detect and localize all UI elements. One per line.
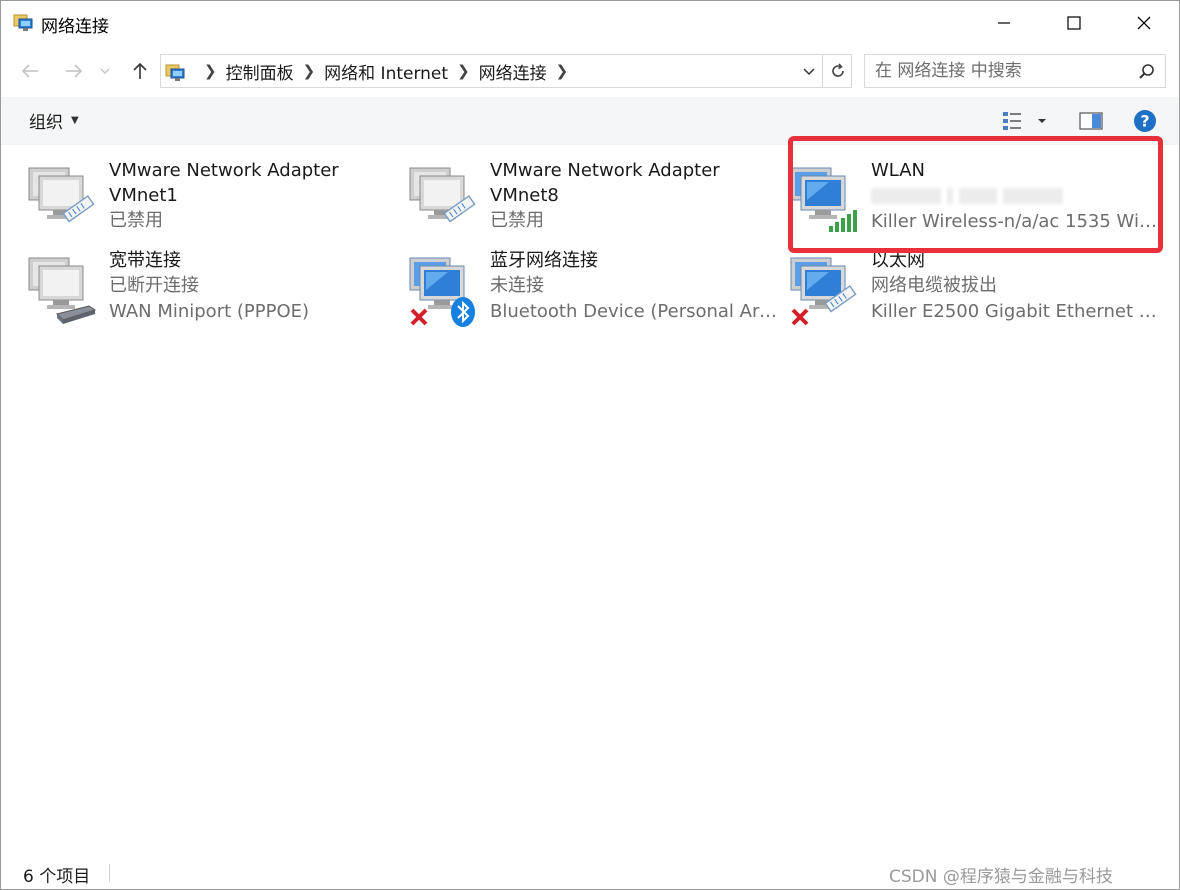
connection-item-vmnet8[interactable]: VMware Network Adapter VMnet8 已禁用: [408, 158, 778, 244]
minimize-button[interactable]: [969, 1, 1039, 45]
minimize-icon: [998, 22, 1010, 24]
caret-down-icon: [1038, 119, 1046, 123]
view-details-icon: [1003, 112, 1021, 130]
item-count: 6 个项目: [23, 867, 91, 887]
broadband-modem-icon: [28, 257, 97, 324]
arrow-left-icon: [21, 64, 38, 78]
status-divider: [109, 864, 110, 882]
connection-item-ethernet[interactable]: 以太网 网络电缆被拔出 Killer E2500 Gigabit Etherne…: [789, 248, 1161, 334]
navigation-bar: ❯ 控制面板 ❯ 网络和 Internet ❯ 网络连接 ❯: [1, 45, 1179, 97]
breadcrumb-control-panel[interactable]: 控制面板: [226, 59, 294, 84]
connection-name-line2: VMnet1: [109, 185, 178, 206]
breadcrumb-separator-icon[interactable]: ❯: [204, 62, 217, 80]
breadcrumb-network-internet[interactable]: 网络和 Internet: [324, 59, 448, 84]
connection-item-broadband[interactable]: 宽带连接 已断开连接 WAN Miniport (PPPOE): [27, 248, 397, 334]
breadcrumb-separator-icon[interactable]: ❯: [556, 62, 569, 80]
ethernet-adapter-icon: [28, 167, 95, 223]
search-input[interactable]: [865, 55, 1131, 87]
network-folder-icon: [13, 14, 33, 31]
wlan-highlight-box: [788, 136, 1163, 253]
maximize-icon: [1067, 16, 1081, 30]
connection-name: 宽带连接: [109, 250, 181, 271]
connection-device: Bluetooth Device (Personal Are...: [490, 301, 780, 322]
connection-status: 已断开连接: [109, 275, 199, 296]
breadcrumb: ❯ 控制面板 ❯ 网络和 Internet ❯ 网络连接 ❯: [195, 55, 577, 87]
refresh-button[interactable]: [822, 55, 852, 87]
preview-pane-icon: [1079, 112, 1103, 130]
arrow-right-icon: [66, 64, 83, 78]
error-cross-icon: [791, 308, 809, 326]
network-connections-window: 网络连接 ❯ 控制面板 ❯ 网络和 Internet ❯ 网络连接 ❯ 在 网络…: [0, 0, 1180, 890]
back-button[interactable]: [15, 57, 45, 85]
connection-status: 未连接: [490, 275, 544, 296]
search-icon[interactable]: [1137, 62, 1157, 82]
status-bar: 6 个项目 CSDN @程序猿与金融与科技: [1, 856, 1179, 889]
connection-status: 已禁用: [109, 210, 163, 231]
arrow-up-icon: [133, 62, 147, 79]
close-button[interactable]: [1109, 1, 1179, 45]
connection-name: VMware Network Adapter: [109, 160, 339, 181]
breadcrumb-network-connections[interactable]: 网络连接: [479, 59, 547, 84]
up-button[interactable]: [125, 57, 155, 85]
close-icon: [1137, 16, 1151, 30]
connection-item-vmnet1[interactable]: VMware Network Adapter VMnet1 已禁用: [27, 158, 397, 244]
organize-menu-button[interactable]: 组织 ▼: [29, 108, 79, 133]
network-folder-icon: [165, 64, 185, 81]
help-button[interactable]: ?: [1131, 107, 1159, 135]
organize-label: 组织: [29, 113, 63, 133]
ethernet-adapter-icon: [409, 167, 476, 223]
help-label: ?: [1140, 112, 1149, 131]
watermark-text: CSDN @程序猿与金融与科技: [889, 867, 1113, 887]
connection-status: 已禁用: [490, 210, 544, 231]
search-box[interactable]: [864, 54, 1166, 88]
address-history-button[interactable]: [797, 55, 821, 87]
connection-device: Killer E2500 Gigabit Ethernet C...: [871, 301, 1161, 322]
bluetooth-adapter-icon: [409, 257, 475, 327]
window-title: 网络连接: [41, 17, 109, 37]
forward-button[interactable]: [59, 57, 89, 85]
title-bar[interactable]: 网络连接: [1, 1, 1179, 45]
maximize-button[interactable]: [1039, 1, 1109, 45]
breadcrumb-separator-icon[interactable]: ❯: [303, 62, 316, 80]
chevron-down-icon: [803, 68, 815, 76]
breadcrumb-separator-icon[interactable]: ❯: [457, 62, 470, 80]
preview-pane-button[interactable]: [1077, 107, 1105, 135]
connection-item-bluetooth[interactable]: 蓝牙网络连接 未连接 Bluetooth Device (Personal Ar…: [408, 248, 780, 334]
connection-name: 蓝牙网络连接: [490, 250, 598, 271]
connection-name: VMware Network Adapter: [490, 160, 720, 181]
change-view-button[interactable]: [1001, 107, 1051, 135]
connection-status: 网络电缆被拔出: [871, 275, 997, 296]
connection-device: WAN Miniport (PPPOE): [109, 301, 310, 322]
error-cross-icon: [410, 308, 428, 326]
caret-down-icon: ▼: [71, 115, 79, 126]
chevron-down-icon: [100, 68, 110, 74]
connection-name-line2: VMnet8: [490, 185, 559, 206]
help-icon: ?: [1134, 110, 1156, 132]
ethernet-adapter-icon: [790, 257, 857, 326]
refresh-icon: [831, 63, 844, 77]
address-bar[interactable]: ❯ 控制面板 ❯ 网络和 Internet ❯ 网络连接 ❯: [160, 54, 852, 88]
recent-locations-button[interactable]: [95, 57, 115, 85]
